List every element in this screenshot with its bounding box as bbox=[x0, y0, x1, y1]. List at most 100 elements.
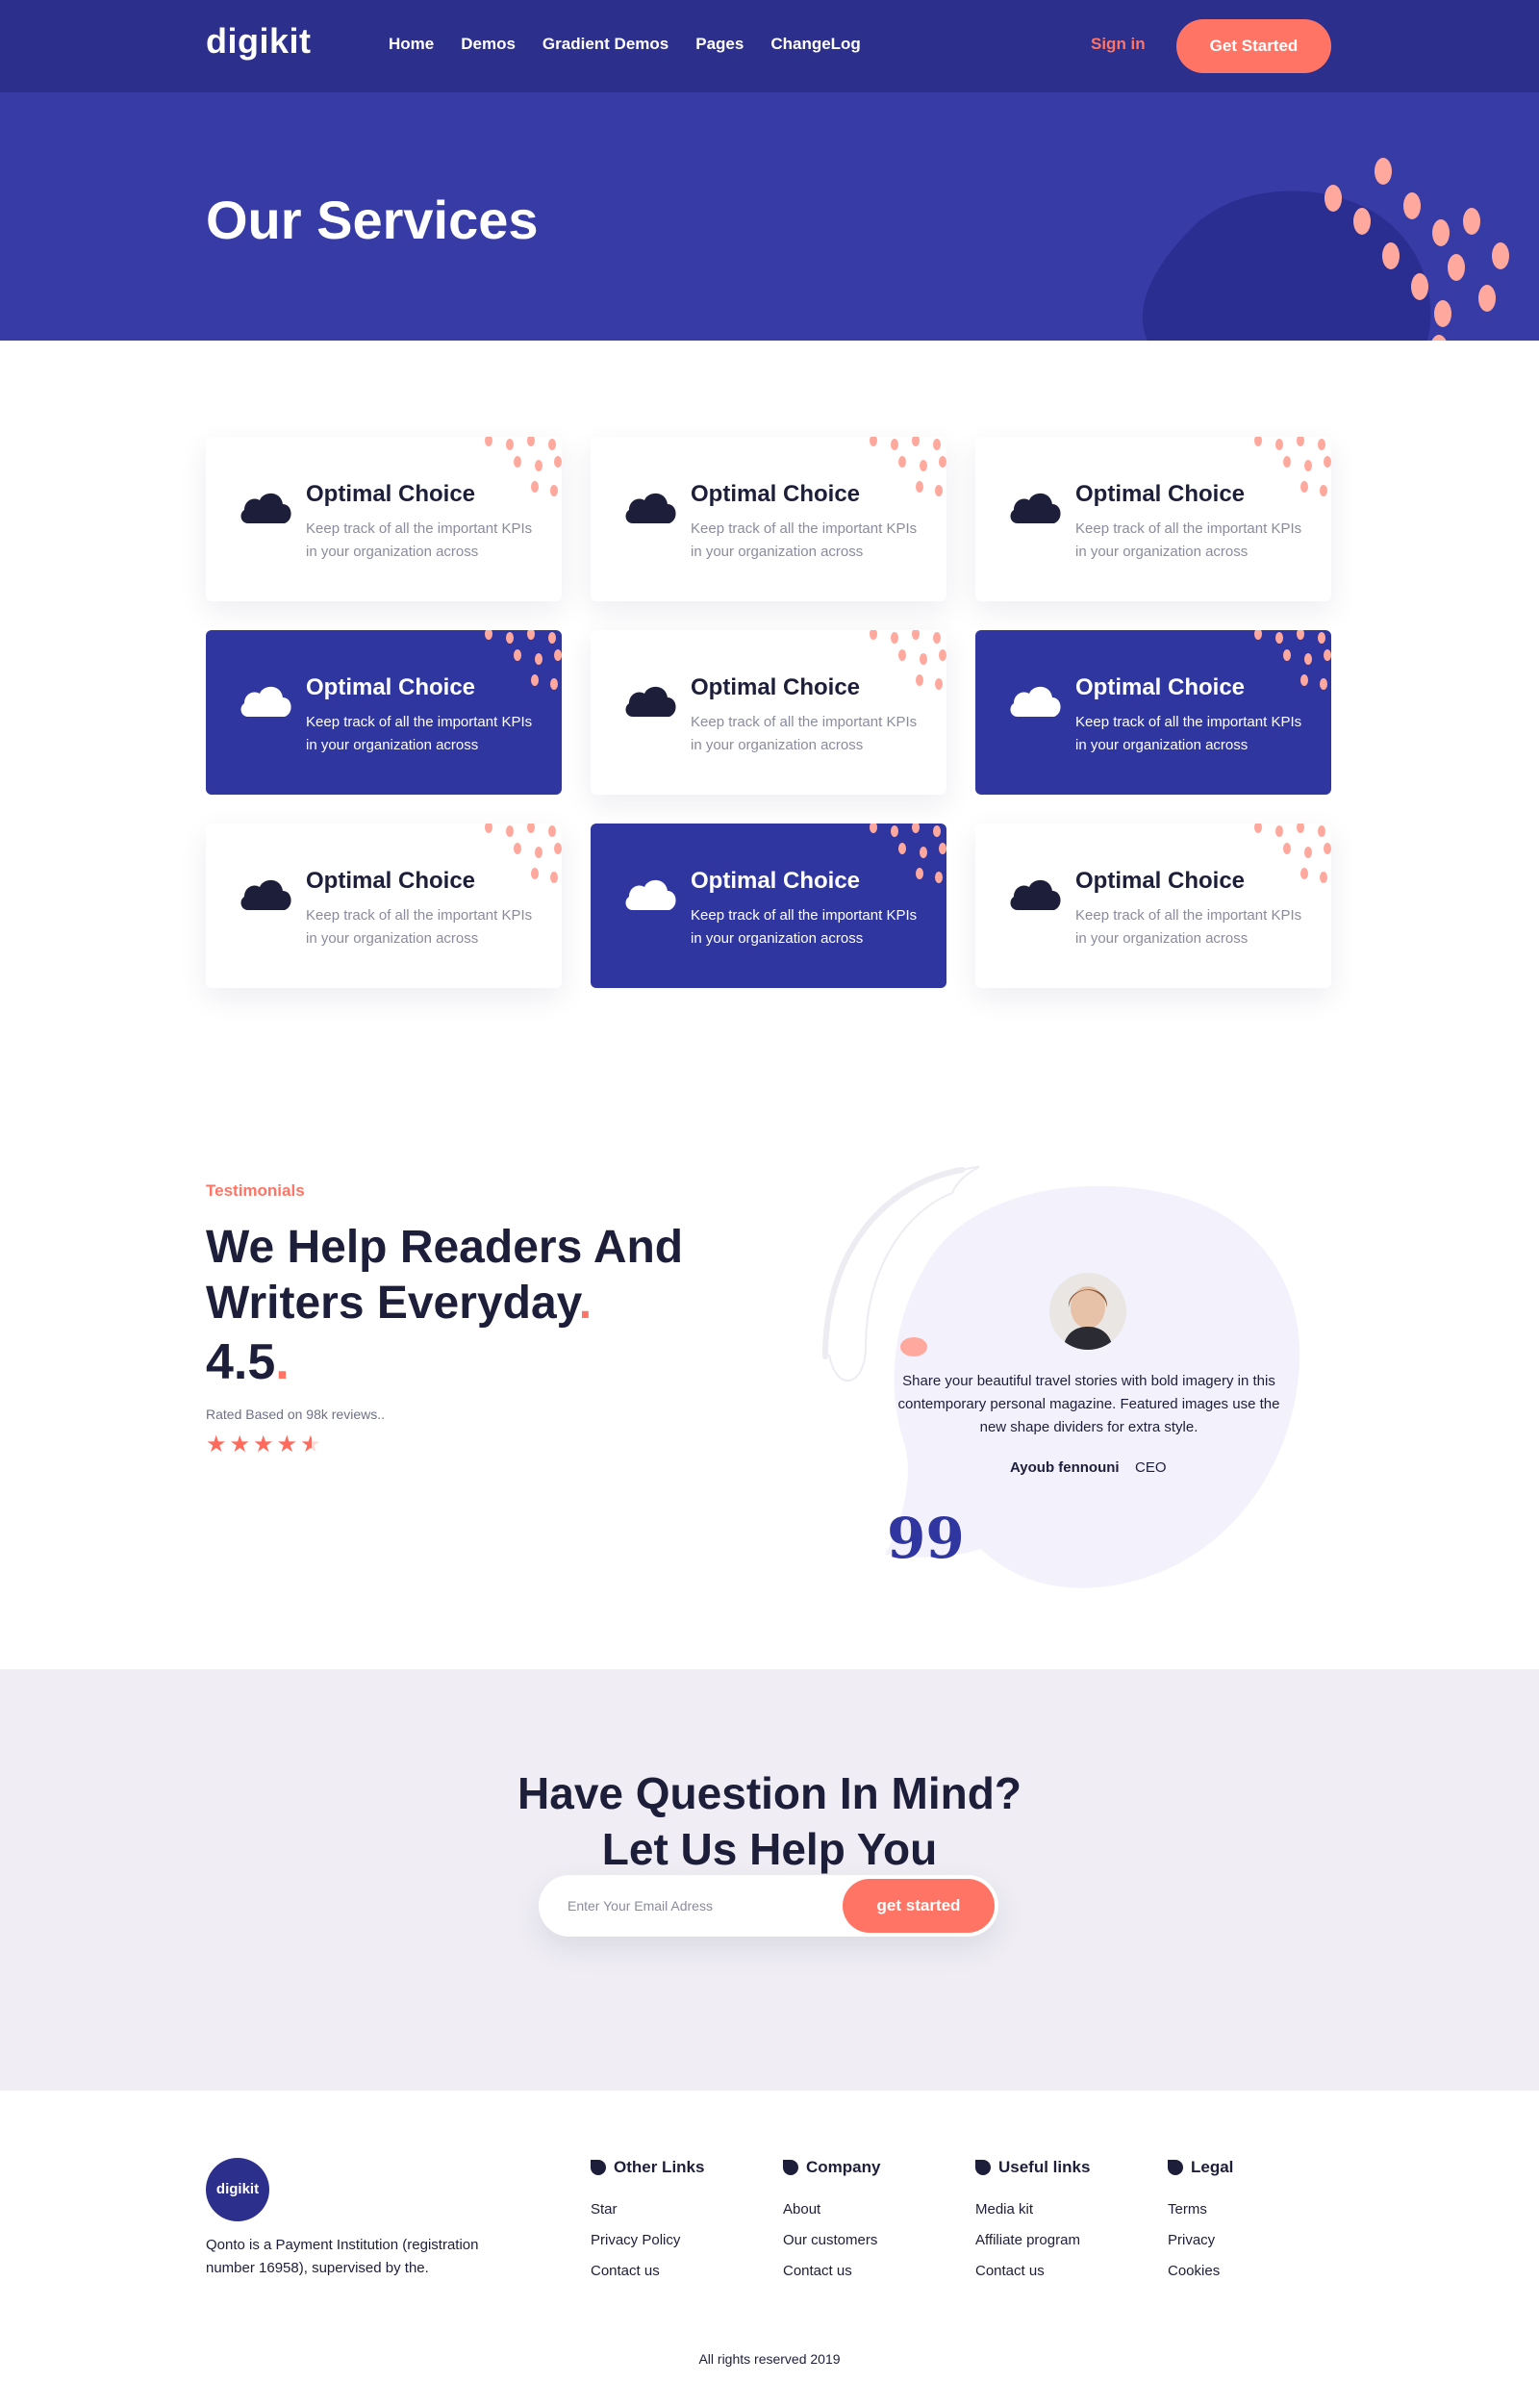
card-title: Optimal Choice bbox=[306, 868, 476, 894]
footer-link[interactable]: Contact us bbox=[591, 2256, 764, 2287]
rating-value: 4.5. bbox=[206, 1333, 290, 1391]
card-description: Keep track of all the important KPIs in … bbox=[1075, 714, 1302, 753]
cta-section: Have Question In Mind? Let Us Help You g… bbox=[0, 1669, 1539, 2091]
footer-column-title: Useful links bbox=[975, 2158, 1148, 2177]
service-card-4[interactable]: Optimal Choice Keep track of all the imp… bbox=[206, 630, 562, 795]
footer-link[interactable]: Contact us bbox=[975, 2256, 1148, 2287]
card-drops-decoration bbox=[485, 630, 562, 690]
logo[interactable]: digikit bbox=[206, 21, 312, 62]
heading-text: We Help Readers And Writers Everyday bbox=[206, 1222, 684, 1329]
page-title: Our Services bbox=[206, 190, 539, 250]
card-description: Keep track of all the important KPIs in … bbox=[691, 907, 918, 947]
sign-in-link[interactable]: Sign in bbox=[1091, 35, 1146, 54]
card-drops-decoration bbox=[1254, 630, 1331, 690]
footer-column-other-links: Other Links Star Privacy Policy Contact … bbox=[591, 2158, 764, 2287]
cloud-icon bbox=[240, 879, 291, 910]
footer-column-title-text: Legal bbox=[1191, 2158, 1234, 2176]
service-card-2[interactable]: Optimal Choice Keep track of all the imp… bbox=[591, 437, 946, 601]
card-description: Keep track of all the important KPIs in … bbox=[691, 520, 918, 560]
cloud-icon bbox=[625, 493, 676, 523]
card-drops-decoration bbox=[1254, 824, 1331, 883]
top-navigation: digikit Home Demos Gradient Demos Pages … bbox=[0, 0, 1539, 92]
footer-link[interactable]: Contact us bbox=[783, 2256, 956, 2287]
rating-number: 4.5 bbox=[206, 1334, 276, 1390]
menu-item-demos[interactable]: Demos bbox=[461, 35, 516, 54]
footer-link[interactable]: Our customers bbox=[783, 2225, 956, 2256]
menu-item-gradient-demos[interactable]: Gradient Demos bbox=[542, 35, 669, 54]
cloud-icon bbox=[1010, 493, 1061, 523]
footer-column-company: Company About Our customers Contact us bbox=[783, 2158, 956, 2287]
footer-link[interactable]: About bbox=[783, 2194, 956, 2225]
menu-item-changelog[interactable]: ChangeLog bbox=[770, 35, 861, 54]
service-card-9[interactable]: Optimal Choice Keep track of all the imp… bbox=[975, 824, 1331, 988]
cta-title: Have Question In Mind? Let Us Help You bbox=[0, 1765, 1539, 1877]
copyright-text: All rights reserved 2019 bbox=[698, 2351, 841, 2367]
cta-title-line-2: Let Us Help You bbox=[601, 1824, 938, 1874]
card-drops-decoration bbox=[870, 824, 946, 883]
card-description: Keep track of all the important KPIs in … bbox=[1075, 520, 1302, 560]
star-icon: ★ bbox=[276, 1432, 298, 1457]
footer-link[interactable]: Media kit bbox=[975, 2194, 1148, 2225]
service-card-5[interactable]: Optimal Choice Keep track of all the imp… bbox=[591, 630, 946, 795]
card-description: Keep track of all the important KPIs in … bbox=[306, 714, 533, 753]
menu-item-pages[interactable]: Pages bbox=[695, 35, 744, 54]
hero-drops-decoration bbox=[1325, 158, 1509, 341]
service-card-1[interactable]: Optimal Choice Keep track of all the imp… bbox=[206, 437, 562, 601]
footer-column-useful-links: Useful links Media kit Affiliate program… bbox=[975, 2158, 1148, 2287]
service-card-7[interactable]: Optimal Choice Keep track of all the imp… bbox=[206, 824, 562, 988]
footer-link[interactable]: Privacy Policy bbox=[591, 2225, 764, 2256]
cloud-icon bbox=[1010, 879, 1061, 910]
get-started-submit-button[interactable]: get started bbox=[843, 1879, 995, 1933]
cloud-icon bbox=[240, 686, 291, 717]
card-title: Optimal Choice bbox=[691, 868, 861, 894]
star-icon: ★ bbox=[206, 1432, 227, 1457]
footer-link[interactable]: Star bbox=[591, 2194, 764, 2225]
rating-caption: Rated Based on 98k reviews.. bbox=[206, 1407, 385, 1422]
star-icon: ★ bbox=[229, 1432, 251, 1457]
testimonial-quote: Share your beautiful travel stories with… bbox=[897, 1373, 1280, 1435]
footer-logo[interactable]: digikit bbox=[206, 2158, 269, 2221]
cloud-icon bbox=[625, 686, 676, 717]
email-input[interactable] bbox=[568, 1894, 808, 1917]
card-drops-decoration bbox=[485, 437, 562, 496]
footer-column-title-text: Company bbox=[806, 2158, 881, 2176]
main-menu: Home Demos Gradient Demos Pages ChangeLo… bbox=[389, 35, 861, 54]
star-icon: ★ bbox=[253, 1432, 274, 1457]
cloud-icon bbox=[625, 879, 676, 910]
card-description: Keep track of all the important KPIs in … bbox=[1075, 907, 1302, 947]
leaf-icon bbox=[975, 2160, 991, 2175]
card-drops-decoration bbox=[485, 824, 562, 883]
cloud-icon bbox=[240, 493, 291, 523]
card-description: Keep track of all the important KPIs in … bbox=[691, 714, 918, 753]
footer-column-title: Legal bbox=[1168, 2158, 1341, 2177]
card-drops-decoration bbox=[870, 630, 946, 690]
menu-item-home[interactable]: Home bbox=[389, 35, 434, 54]
service-card-6[interactable]: Optimal Choice Keep track of all the imp… bbox=[975, 630, 1331, 795]
section-kicker: Testimonials bbox=[206, 1181, 305, 1200]
card-drops-decoration bbox=[1254, 437, 1331, 496]
footer-link[interactable]: Cookies bbox=[1168, 2256, 1341, 2287]
leaf-icon bbox=[591, 2160, 606, 2175]
email-form: get started bbox=[539, 1875, 998, 1937]
footer-link[interactable]: Privacy bbox=[1168, 2225, 1341, 2256]
avatar-portrait-icon bbox=[1049, 1273, 1126, 1350]
footer-link[interactable]: Affiliate program bbox=[975, 2225, 1148, 2256]
service-card-3[interactable]: Optimal Choice Keep track of all the imp… bbox=[975, 437, 1331, 601]
footer-column-title-text: Useful links bbox=[998, 2158, 1091, 2176]
card-drops-decoration bbox=[870, 437, 946, 496]
card-description: Keep track of all the important KPIs in … bbox=[306, 907, 533, 947]
footer-column-legal: Legal Terms Privacy Cookies bbox=[1168, 2158, 1341, 2287]
leaf-icon bbox=[1168, 2160, 1183, 2175]
card-title: Optimal Choice bbox=[306, 481, 476, 507]
service-card-8[interactable]: Optimal Choice Keep track of all the imp… bbox=[591, 824, 946, 988]
hero-banner: Our Services bbox=[0, 92, 1539, 341]
get-started-button[interactable]: Get Started bbox=[1176, 19, 1331, 73]
star-rating: ★ ★ ★ ★ ★ bbox=[206, 1433, 321, 1457]
cta-title-line-1: Have Question In Mind? bbox=[517, 1768, 1022, 1818]
card-title: Optimal Choice bbox=[691, 674, 861, 700]
heading-dot: . bbox=[578, 1278, 593, 1329]
avatar bbox=[1049, 1273, 1126, 1350]
footer-link[interactable]: Terms bbox=[1168, 2194, 1341, 2225]
footer-column-title-text: Other Links bbox=[614, 2158, 705, 2176]
testimonial-author: Ayoub fennouni bbox=[1010, 1459, 1120, 1476]
